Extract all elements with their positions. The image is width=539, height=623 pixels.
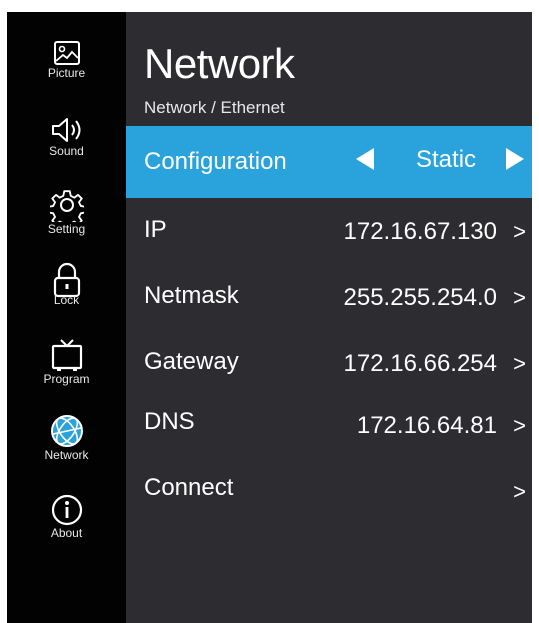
gateway-value: 172.16.66.254 [343,350,497,377]
info-icon [51,494,82,526]
arrow-right-icon[interactable] [506,148,524,170]
sidebar-item-network[interactable]: Network [7,414,126,462]
sidebar: Picture Sound Setting Lock Program Netwo… [7,12,126,623]
configuration-value: Static [416,146,477,173]
sidebar-item-label: Network [44,448,89,462]
network-settings-panel: Network Network / Ethernet Configuration… [126,12,532,623]
sidebar-item-label: Lock [53,293,80,307]
connect-row[interactable]: Connect > [126,466,532,538]
sidebar-item-label: Program [43,372,90,386]
netmask-label: Netmask [144,282,239,309]
chevron-right-icon: > [513,351,526,376]
sidebar-item-label: Picture [47,66,86,80]
sidebar-item-sound[interactable]: Sound [7,116,126,158]
ip-value: 172.16.67.130 [343,218,497,245]
sidebar-item-label: Sound [49,144,84,158]
configuration-label: Configuration [144,148,287,175]
chevron-right-icon: > [513,219,526,244]
chevron-right-icon: > [513,285,526,310]
gear-icon [49,190,84,222]
dns-value: 172.16.64.81 [356,412,497,439]
globe-icon [50,415,83,447]
configuration-row[interactable]: Configuration Static [126,126,532,198]
ip-label: IP [144,216,167,243]
chevron-right-icon: > [513,413,526,438]
arrow-left-icon[interactable] [356,148,374,170]
chevron-right-icon: > [513,479,526,504]
netmask-value: 255.255.254.0 [343,284,497,311]
sidebar-item-about[interactable]: About [7,494,126,540]
gateway-row[interactable]: Gateway 172.16.66.254 > [126,334,532,406]
sidebar-item-setting[interactable]: Setting [7,188,126,236]
tv-icon [51,339,82,371]
connect-label: Connect [144,474,234,501]
sidebar-item-label: Setting [47,222,86,236]
sidebar-item-program[interactable]: Program [7,338,126,386]
sidebar-item-picture[interactable]: Picture [7,40,126,80]
sidebar-item-lock[interactable]: Lock [7,262,126,307]
picture-icon [53,41,80,65]
sidebar-item-label: About [50,526,83,540]
page-title: Network [144,40,295,87]
dns-label: DNS [144,408,195,435]
gateway-label: Gateway [144,348,239,375]
breadcrumb: Network / Ethernet [144,98,285,117]
dns-row[interactable]: DNS 172.16.64.81 > [126,400,532,472]
netmask-row[interactable]: Netmask 255.255.254.0 > [126,268,532,340]
ip-row[interactable]: IP 172.16.67.130 > [126,198,532,270]
speaker-icon [51,118,80,142]
